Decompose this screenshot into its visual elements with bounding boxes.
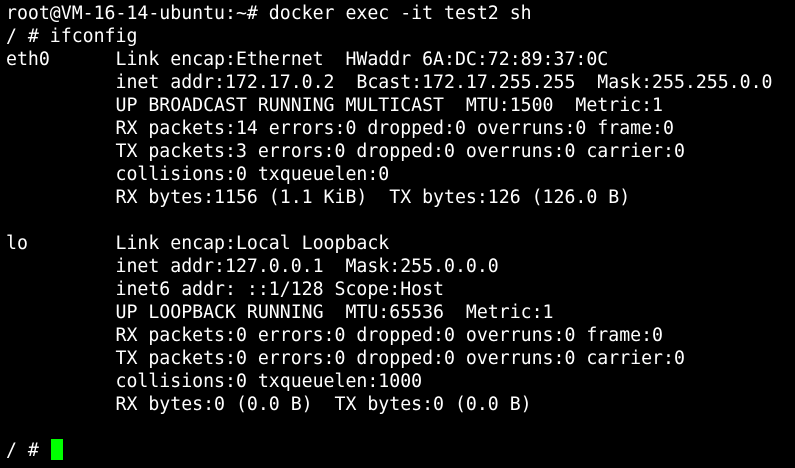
terminal-cursor bbox=[50, 439, 63, 460]
terminal-line-command: root@VM-16-14-ubuntu:~# docker exec -it … bbox=[6, 3, 532, 24]
terminal-line-eth0-inet: inet addr:172.17.0.2 Bcast:172.17.255.25… bbox=[6, 72, 773, 93]
terminal-line-lo-rx-packets: RX packets:0 errors:0 dropped:0 overruns… bbox=[6, 325, 663, 346]
terminal-line-eth0-rx-packets: RX packets:14 errors:0 dropped:0 overrun… bbox=[6, 118, 674, 139]
terminal-line-lo-inet: inet addr:127.0.0.1 Mask:255.0.0.0 bbox=[6, 256, 499, 277]
terminal-line-eth0-bytes: RX bytes:1156 (1.1 KiB) TX bytes:126 (12… bbox=[6, 187, 631, 208]
terminal-window[interactable]: root@VM-16-14-ubuntu:~# docker exec -it … bbox=[0, 0, 795, 468]
terminal-line-ifconfig: / # ifconfig bbox=[6, 26, 138, 47]
terminal-prompt-line[interactable]: / # bbox=[6, 439, 795, 462]
terminal-line-lo-bytes: RX bytes:0 (0.0 B) TX bytes:0 (0.0 B) bbox=[6, 394, 532, 415]
terminal-line-eth0-flags: UP BROADCAST RUNNING MULTICAST MTU:1500 … bbox=[6, 95, 663, 116]
terminal-line-eth0-tx-packets: TX packets:3 errors:0 dropped:0 overruns… bbox=[6, 141, 685, 162]
terminal-line-lo-collisions: collisions:0 txqueuelen:1000 bbox=[6, 371, 423, 392]
terminal-line-lo-inet6: inet6 addr: ::1/128 Scope:Host bbox=[6, 279, 444, 300]
shell-prompt: / # bbox=[6, 440, 50, 461]
terminal-line-blank-2 bbox=[6, 416, 795, 439]
terminal-line-eth0-link: eth0 Link encap:Ethernet HWaddr 6A:DC:72… bbox=[6, 49, 609, 70]
terminal-line-lo-tx-packets: TX packets:0 errors:0 dropped:0 overruns… bbox=[6, 348, 685, 369]
terminal-line-lo-flags: UP LOOPBACK RUNNING MTU:65536 Metric:1 bbox=[6, 302, 554, 323]
terminal-line-eth0-collisions: collisions:0 txqueuelen:0 bbox=[6, 164, 390, 185]
terminal-line-lo-link: lo Link encap:Local Loopback bbox=[6, 233, 390, 254]
